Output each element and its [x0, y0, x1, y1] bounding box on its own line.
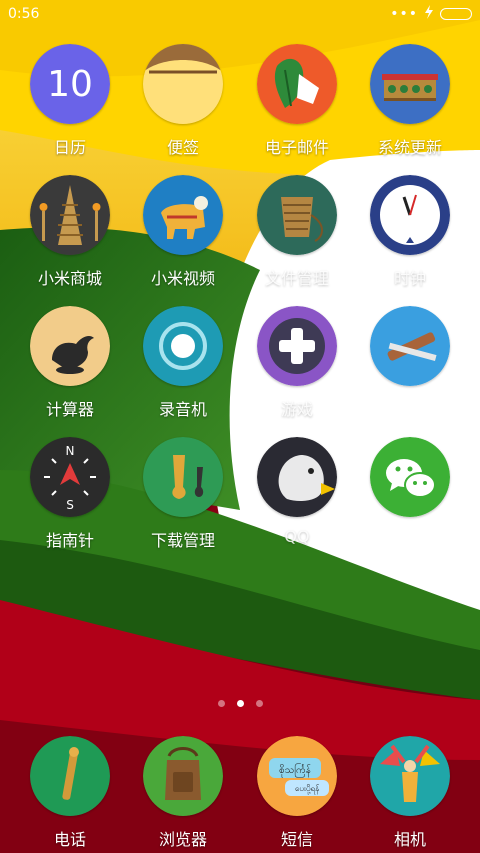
app-downloads[interactable]: 下载管理	[123, 437, 243, 557]
app-label: 电子邮件	[264, 138, 329, 157]
clock-icon	[370, 175, 450, 255]
app-calendar[interactable]: 10 日历	[10, 44, 130, 164]
dock-messages[interactable]: စိုသင်္ကြန် ပေးပို့ရန် 短信	[237, 736, 357, 853]
page-dot[interactable]	[217, 700, 225, 707]
app-label: 日历	[53, 138, 86, 157]
status-icons: •••	[390, 5, 472, 23]
app-unnamed-tools[interactable]	[350, 306, 470, 426]
app-notes[interactable]: 便签	[123, 44, 243, 164]
dock: 电话 浏览器 စိုသင်္ကြန် ပေးပို့ရန် 短信 相机	[0, 736, 480, 849]
browser-icon	[143, 736, 223, 816]
page-dot-active[interactable]	[236, 700, 244, 707]
app-label: 电话	[53, 830, 86, 849]
app-label: QQ	[284, 527, 310, 546]
phone-icon	[30, 736, 110, 816]
app-label: 小米视频	[150, 269, 215, 288]
status-time: 0:56	[8, 6, 40, 22]
page-indicator	[0, 700, 480, 712]
app-label: 录音机	[158, 400, 207, 419]
status-bar: 0:56 •••	[0, 0, 480, 28]
page-dot[interactable]	[255, 700, 263, 707]
dock-phone[interactable]: 电话	[10, 736, 130, 853]
games-icon	[257, 306, 337, 386]
messages-icon-text-top: စိုသင်္ကြန်	[279, 762, 311, 778]
app-label: 下载管理	[150, 531, 215, 550]
app-updater[interactable]: 系统更新	[350, 44, 470, 164]
app-email[interactable]: 电子邮件	[237, 44, 357, 164]
compass-south-label: S	[66, 498, 74, 512]
calendar-icon-day: 10	[47, 64, 93, 105]
app-mi-store[interactable]: 小米商城	[10, 175, 130, 295]
app-label: 短信	[280, 830, 313, 849]
charging-icon	[424, 5, 434, 23]
battery-icon	[440, 8, 472, 20]
app-label: 相机	[393, 830, 426, 849]
app-label: 游戏	[280, 400, 313, 419]
notification-dots: •••	[390, 6, 418, 22]
qq-icon	[257, 437, 337, 517]
app-label: 系统更新	[377, 138, 442, 157]
messages-icon: စိုသင်္ကြန် ပေးပို့ရန်	[257, 736, 337, 816]
app-label: 指南针	[45, 531, 94, 550]
app-label: 时钟	[393, 269, 426, 288]
app-compass[interactable]: N S 指南针	[10, 437, 130, 557]
camera-icon	[370, 736, 450, 816]
notes-icon	[143, 44, 223, 124]
compass-icon: N S	[30, 437, 110, 517]
calendar-icon: 10	[30, 44, 110, 124]
app-qq[interactable]: QQ	[237, 437, 357, 557]
calculator-icon	[30, 306, 110, 386]
app-games[interactable]: 游戏	[237, 306, 357, 426]
app-mi-video[interactable]: 小米视频	[123, 175, 243, 295]
app-file-manager[interactable]: 文件管理	[237, 175, 357, 295]
mi-store-icon	[30, 175, 110, 255]
app-recorder[interactable]: 录音机	[123, 306, 243, 426]
dock-browser[interactable]: 浏览器	[123, 736, 243, 853]
system-update-icon	[370, 44, 450, 124]
app-label: 便签	[166, 138, 199, 157]
app-label: 计算器	[45, 400, 94, 419]
downloads-icon	[143, 437, 223, 517]
app-wechat[interactable]	[350, 437, 470, 557]
app-label: 浏览器	[158, 830, 207, 849]
wechat-icon	[370, 437, 450, 517]
tools-icon	[370, 306, 450, 386]
recorder-icon	[143, 306, 223, 386]
file-manager-icon	[257, 175, 337, 255]
email-icon	[257, 44, 337, 124]
dock-camera[interactable]: 相机	[350, 736, 470, 853]
app-label: 文件管理	[264, 269, 329, 288]
app-calculator[interactable]: 计算器	[10, 306, 130, 426]
mi-video-icon	[143, 175, 223, 255]
app-label: 小米商城	[37, 269, 102, 288]
app-clock[interactable]: 时钟	[350, 175, 470, 295]
compass-north-label: N	[66, 444, 75, 458]
